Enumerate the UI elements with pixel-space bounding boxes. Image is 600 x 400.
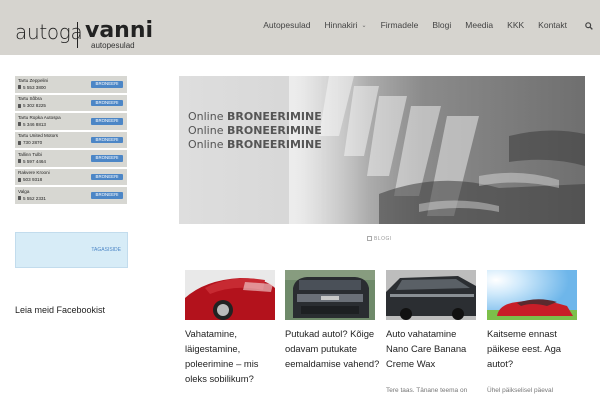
hero-slogan: Online BRONEERIMINE: [188, 124, 322, 137]
dealer-row: Tartu Zeppelini 5 553 3800 BRONEERI: [15, 76, 127, 93]
dealer-phone-number[interactable]: 5 552 2331: [23, 196, 46, 201]
phone-icon: [18, 103, 21, 108]
blog-post-card[interactable]: Kaitseme ennast päikese eest. Aga autot?…: [487, 270, 577, 394]
logo-text-autoga: autoga: [15, 20, 83, 44]
blog-post-card[interactable]: Putukad autol? Kõige odavam putukate eem…: [285, 270, 379, 369]
slogan-light: Online: [188, 138, 227, 151]
post-thumbnail[interactable]: [185, 270, 275, 320]
main-nav: Autopesulad Hinnakiri ⌄ Firmadele Blogi M…: [256, 20, 593, 30]
hero-caption-label: BLOGI: [374, 236, 392, 242]
dealer-row: Tartu Ropka Autospa 5 346 8813 BRONEERI: [15, 113, 127, 130]
post-thumbnail[interactable]: [487, 270, 577, 320]
dealer-phone-number[interactable]: 5 302 8225: [23, 103, 46, 108]
slogan-bold: BRONEERIMINE: [226, 124, 322, 137]
blog-post-card[interactable]: Auto vahatamine Nano Care Banana Creme W…: [386, 270, 476, 394]
dealer-name: Tartu United Motors: [18, 133, 59, 138]
blog-post-card[interactable]: Vahatamine, läigestamine, poleerimine – …: [185, 270, 275, 384]
post-title[interactable]: Putukad autol? Kõige odavam putukate eem…: [285, 326, 380, 371]
phone-icon: [18, 85, 21, 89]
site-header: autoga vanni autopesulad Autopesulad Hin…: [0, 0, 600, 55]
dealer-phone: 5 597 4464: [18, 159, 46, 164]
phone-icon: [18, 177, 21, 182]
slogan-bold: BRONEERIMINE: [226, 110, 322, 123]
dealer-row: Valga 5 552 2331 BRONEERI: [15, 187, 127, 204]
image-icon: [367, 236, 372, 241]
nav-item-meedia[interactable]: Meedia: [458, 20, 500, 30]
nav-item-blogi[interactable]: Blogi: [425, 20, 458, 30]
dealer-name: Tallinn Tulbi: [18, 151, 43, 157]
feedback-box[interactable]: TAGASISIDE: [15, 232, 128, 268]
nav-item-hinnakiri[interactable]: Hinnakiri ⌄: [317, 20, 373, 30]
dealer-name: Valga: [18, 188, 30, 194]
logo-text-vanni: vanni: [85, 18, 154, 43]
dealer-phone: 5 553 3800: [18, 85, 46, 90]
dealer-phone: 5 302 8225: [18, 103, 46, 108]
post-title[interactable]: Vahatamine, läigestamine, poleerimine – …: [185, 326, 280, 386]
hero-slogan: Online BRONEERIMINE: [188, 138, 322, 151]
post-excerpt: Ühel päikselisel päeval: [487, 387, 554, 394]
dealer-row: Tallinn Tulbi 5 597 4464 BRONEERI: [15, 150, 127, 167]
dealer-phone-number[interactable]: 730 2870: [23, 140, 42, 145]
chevron-down-icon: ⌄: [361, 22, 367, 29]
dealer-name: Tartu Ropka Autospa: [18, 114, 61, 120]
dealer-row: Tartu Sõbra 5 302 8225 BRONEERI: [15, 94, 127, 111]
dealer-name: Tartu Zeppelini: [18, 77, 49, 83]
book-button[interactable]: BRONEERI: [91, 99, 123, 106]
phone-icon: [18, 196, 21, 200]
facebook-heading: Leia meid Facebookist: [15, 305, 106, 315]
slogan-light: Online: [188, 110, 227, 123]
post-excerpt: Tere taas. Tänane teema on: [386, 387, 468, 394]
nav-item-kontakt[interactable]: Kontakt: [531, 20, 574, 30]
nav-label: Autopesulad: [263, 20, 311, 30]
book-button[interactable]: BRONEERI: [91, 81, 123, 88]
dealer-name: Rakvere Krooni: [18, 170, 50, 175]
nav-label: Meedia: [465, 20, 494, 30]
phone-icon: [18, 122, 21, 126]
nav-label: KKK: [507, 20, 525, 30]
book-button[interactable]: BRONEERI: [91, 155, 123, 162]
dealer-phone: 503 9318: [18, 177, 42, 182]
nav-item-autopesulad[interactable]: Autopesulad: [256, 20, 317, 30]
dealer-phone-number[interactable]: 5 553 3800: [23, 85, 46, 90]
post-thumbnail[interactable]: [285, 270, 375, 320]
nav-item-firmadele[interactable]: Firmadele: [374, 20, 426, 30]
dealer-name: Tartu Sõbra: [18, 96, 42, 101]
slogan-light: Online: [188, 124, 227, 137]
dealer-phone: 730 2870: [18, 140, 42, 145]
slogan-bold: BRONEERIMINE: [226, 138, 322, 151]
book-button[interactable]: BRONEERI: [91, 173, 123, 180]
feedback-label: TAGASISIDE: [91, 247, 121, 253]
phone-icon: [18, 140, 21, 145]
post-title[interactable]: Auto vahatamine Nano Care Banana Creme W…: [386, 326, 481, 371]
nav-label: Blogi: [432, 20, 452, 30]
dealer-phone: 5 552 2331: [18, 196, 46, 201]
book-button[interactable]: BRONEERI: [91, 118, 123, 125]
search-icon[interactable]: [585, 22, 593, 30]
book-button[interactable]: BRONEERI: [91, 136, 123, 143]
nav-label: Firmadele: [380, 20, 419, 30]
dealer-phone-number[interactable]: 5 346 8813: [23, 122, 46, 127]
dealer-list: Tartu Zeppelini 5 553 3800 BRONEERI Tart…: [15, 76, 127, 206]
nav-label: Hinnakiri: [324, 20, 358, 30]
post-thumbnail[interactable]: [386, 270, 476, 320]
nav-item-kkk[interactable]: KKK: [500, 20, 531, 30]
dealer-row: Tartu United Motors 730 2870 BRONEERI: [15, 131, 127, 148]
book-button[interactable]: BRONEERI: [91, 192, 123, 199]
dealer-phone-number[interactable]: 503 9318: [23, 177, 42, 182]
hero-caption[interactable]: BLOGI: [367, 236, 392, 242]
phone-icon: [18, 159, 21, 163]
logo-divider: [77, 22, 78, 48]
hero-slogan: Online BRONEERIMINE: [188, 110, 322, 123]
post-title[interactable]: Kaitseme ennast päikese eest. Aga autot?: [487, 326, 582, 371]
hero-slider[interactable]: Online BRONEERIMINE Online BRONEERIMINE …: [179, 76, 585, 224]
nav-label: Kontakt: [538, 20, 567, 30]
dealer-phone-number[interactable]: 5 597 4464: [23, 159, 46, 164]
logo-subtitle: autopesulad: [91, 41, 135, 50]
dealer-phone: 5 346 8813: [18, 122, 46, 127]
dealer-row: Rakvere Krooni 503 9318 BRONEERI: [15, 168, 127, 185]
